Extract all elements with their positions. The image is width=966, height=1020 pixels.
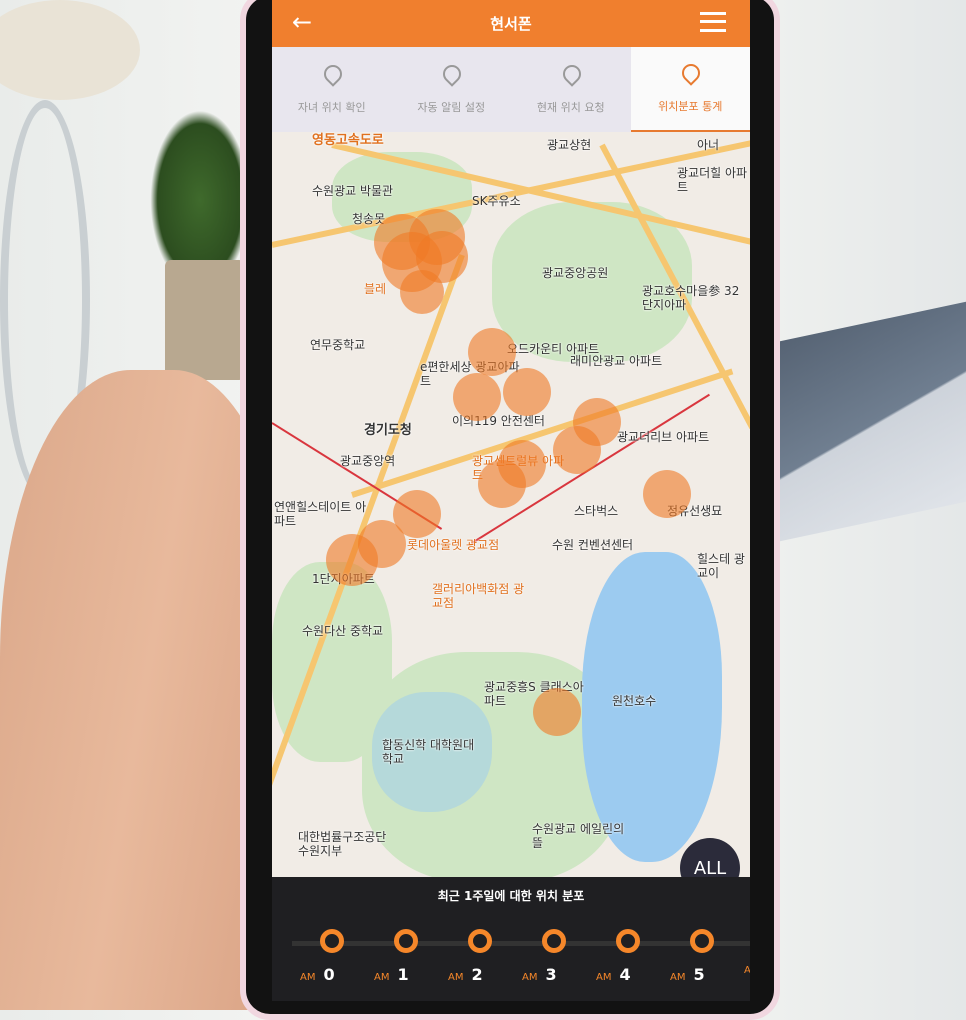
arrow-left-icon[interactable]: ← (292, 8, 312, 36)
map-label: 영동고속도로 (312, 133, 384, 148)
map-label: 원천호수 (612, 694, 657, 708)
location-density-dot (498, 440, 546, 488)
tab-0[interactable]: 자녀 위치 확인 (272, 47, 392, 132)
hour-marker[interactable] (320, 929, 344, 953)
location-density-dot (503, 368, 551, 416)
map-label: SK주유소 (472, 194, 521, 208)
map-label: 광교중앙역 (340, 454, 396, 468)
map-label: 광교더힐 아파트 (677, 166, 748, 194)
map-label: 연앤힐스테이트 아파트 (274, 500, 367, 528)
map-pin-upload-icon (561, 65, 581, 89)
am-label: AM (596, 972, 612, 983)
panel-caption: 최근 1주일에 대한 위치 분포 (437, 889, 585, 903)
background-pot (165, 260, 245, 380)
map[interactable]: 영동고속도로 광교상현 아너 광교더힐 아파트 수원광교 박물관 청송못 SK주유소 광교중앙… (272, 132, 750, 877)
hour-label: AM 2 (448, 965, 483, 984)
location-density-dot (533, 688, 581, 736)
map-label: 블레 (364, 282, 387, 296)
background-books (770, 296, 966, 544)
phone-screen: ← 현서폰 자녀 위치 확인 자동 알림 설정 현재 위치 요청 위치분포 통계 영동… (272, 0, 750, 1001)
hour-label: AM 5 (670, 965, 705, 984)
map-label: 롯데아울렛 광교점 (407, 538, 500, 552)
tab-2[interactable]: 현재 위치 요청 (511, 47, 631, 132)
am-label: AM (522, 972, 538, 983)
hour-label: AM 3 (522, 965, 557, 984)
map-label: 수원다산 중학교 (302, 624, 384, 638)
tab-label: 위치분포 통계 (658, 99, 723, 113)
hour-value: 5 (693, 965, 705, 984)
map-label: 광교호수마을参 32단지아파 (642, 284, 740, 312)
am-label: AM (448, 972, 464, 983)
hour-marker[interactable] (394, 929, 418, 953)
map-label: 연무중학교 (310, 338, 366, 352)
timeline-track (292, 941, 750, 946)
map-label: 갤러리아백화점 광교점 (432, 582, 525, 610)
hour-value: 4 (619, 965, 631, 984)
hour-marker[interactable] (616, 929, 640, 953)
hour-label: AM 1 (374, 965, 409, 984)
page-title: 현서폰 (490, 15, 532, 33)
map-pin-chart-icon (680, 64, 700, 88)
map-label: 수원광교 박물관 (312, 184, 394, 198)
map-pin-icon (322, 65, 342, 89)
hour-marker[interactable] (542, 929, 566, 953)
am-label: AM (300, 972, 316, 983)
location-density-dot (468, 328, 516, 376)
map-label: 힐스테 광교이 (697, 552, 745, 580)
location-density-dot (453, 373, 501, 421)
hour-label: AM 4 (596, 965, 631, 984)
location-density-dot (643, 470, 691, 518)
hour-marker[interactable] (690, 929, 714, 953)
location-density-dot (326, 534, 378, 586)
tab-label: 현재 위치 요청 (536, 100, 605, 114)
map-label: 광교중앙공원 (542, 266, 609, 280)
hamburger-menu-icon[interactable] (700, 12, 726, 32)
map-label: 대한법률구조공단 수원지부 (298, 830, 387, 858)
am-label: AM (744, 965, 750, 976)
tab-1[interactable]: 자동 알림 설정 (392, 47, 512, 132)
map-pin-icon (441, 65, 461, 89)
tab-bar: 자녀 위치 확인 자동 알림 설정 현재 위치 요청 위치분포 통계 (272, 47, 750, 132)
map-label: 스타벅스 (574, 504, 619, 518)
map-label: 광교더리브 아파트 (617, 430, 710, 444)
time-distribution-panel: 최근 1주일에 대한 위치 분포 AM 0 AM 1 AM 2 AM 3 AM 4 AM 5 AM (272, 877, 750, 1001)
hour-value: 1 (397, 965, 409, 984)
tab-label: 자동 알림 설정 (417, 100, 486, 114)
hour-label: AM 0 (300, 965, 335, 984)
map-label: 아너 (697, 138, 720, 152)
tab-label: 자녀 위치 확인 (297, 100, 366, 114)
location-density-dot (553, 426, 601, 474)
map-label: 경기도청 (364, 423, 412, 438)
hour-value: 2 (471, 965, 483, 984)
map-label: 수원광교 에일린의뜰 (532, 822, 625, 850)
am-label: AM (374, 972, 390, 983)
am-label: AM (670, 972, 686, 983)
top-bar: ← 현서폰 (272, 0, 750, 47)
tab-3[interactable]: 위치분포 통계 (630, 47, 750, 132)
hour-marker[interactable] (468, 929, 492, 953)
location-density-dot (400, 270, 444, 314)
map-label: 래미안광교 아파트 (570, 354, 663, 368)
park-area (492, 202, 692, 362)
map-label: 광교상현 (547, 138, 592, 152)
map-label: 합동신학 대학원대학교 (382, 738, 475, 766)
map-label: 수원 컨벤션센터 (552, 538, 634, 552)
hour-value: 3 (545, 965, 557, 984)
background-lamp (0, 0, 140, 100)
hour-value: 0 (323, 965, 335, 984)
hour-label: AM (744, 965, 750, 976)
